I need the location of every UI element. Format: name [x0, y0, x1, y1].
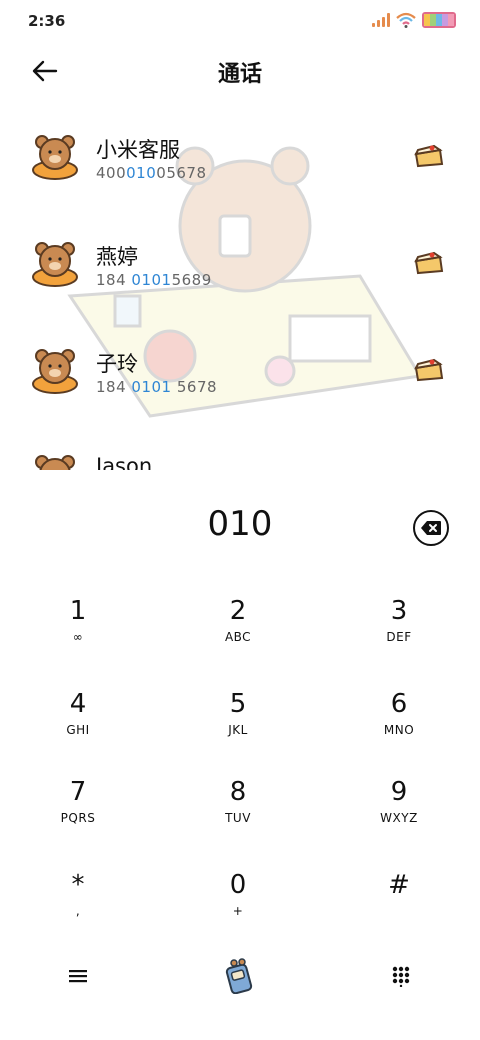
contact-number: 184 01015689 — [96, 271, 212, 289]
page-title: 通话 — [217, 62, 262, 87]
status-bar: 2:36 — [0, 0, 480, 40]
status-icons — [372, 12, 456, 28]
contact-name: Jason — [96, 454, 153, 470]
key-4[interactable]: 4 GHI — [18, 689, 138, 769]
wifi-icon — [396, 12, 416, 28]
bottom-bar — [0, 950, 480, 1000]
backspace-button[interactable] — [413, 510, 449, 546]
key-3[interactable]: 3 DEF — [339, 596, 459, 676]
cake-icon[interactable] — [414, 358, 444, 382]
key-6[interactable]: 6 MNO — [339, 689, 459, 769]
contact-row[interactable]: 燕婷 184 01015689 — [0, 217, 480, 307]
contact-row[interactable]: 小米客服 40001005678 — [0, 110, 480, 200]
key-0[interactable]: 0 + — [178, 870, 298, 950]
contact-number: 40001005678 — [96, 164, 207, 182]
key-hash[interactable]: # — [339, 870, 459, 950]
bear-avatar-icon — [32, 242, 78, 287]
call-icon — [225, 958, 253, 994]
contact-list[interactable]: 小米客服 40001005678 燕婷 184 01015689 子玲 184 … — [0, 110, 480, 470]
bear-avatar-icon — [32, 135, 78, 180]
key-9[interactable]: 9 WXYZ — [339, 777, 459, 857]
bear-avatar-icon — [35, 455, 75, 470]
backspace-icon — [421, 521, 441, 535]
contact-row[interactable]: Jason — [0, 430, 480, 470]
key-5[interactable]: 5 JKL — [178, 689, 298, 769]
dialed-number: 010 — [207, 504, 273, 544]
status-time: 2:36 — [28, 12, 66, 30]
menu-button[interactable] — [58, 956, 98, 996]
contact-row[interactable]: 子玲 184 0101 5678 — [0, 324, 480, 414]
key-8[interactable]: 8 TUV — [178, 777, 298, 857]
keypad-toggle-button[interactable] — [381, 956, 421, 996]
key-1[interactable]: 1 ∞ — [18, 596, 138, 676]
contact-number: 184 0101 5678 — [96, 378, 218, 396]
contact-name: 小米客服 — [96, 138, 180, 162]
contact-name: 子玲 — [96, 352, 138, 376]
cake-icon[interactable] — [414, 251, 444, 275]
header: 通话 — [0, 48, 480, 92]
cake-icon[interactable] — [414, 144, 444, 168]
bear-avatar-icon — [32, 349, 78, 394]
key-star[interactable]: *, — [18, 870, 138, 950]
keypad-icon — [392, 966, 410, 987]
key-2[interactable]: 2 ABC — [178, 596, 298, 676]
contact-name: 燕婷 — [96, 245, 138, 269]
key-7[interactable]: 7 PQRS — [18, 777, 138, 857]
menu-icon — [69, 970, 87, 983]
battery-icon — [422, 12, 456, 28]
signal-icon — [372, 13, 390, 27]
call-button[interactable] — [219, 956, 259, 996]
